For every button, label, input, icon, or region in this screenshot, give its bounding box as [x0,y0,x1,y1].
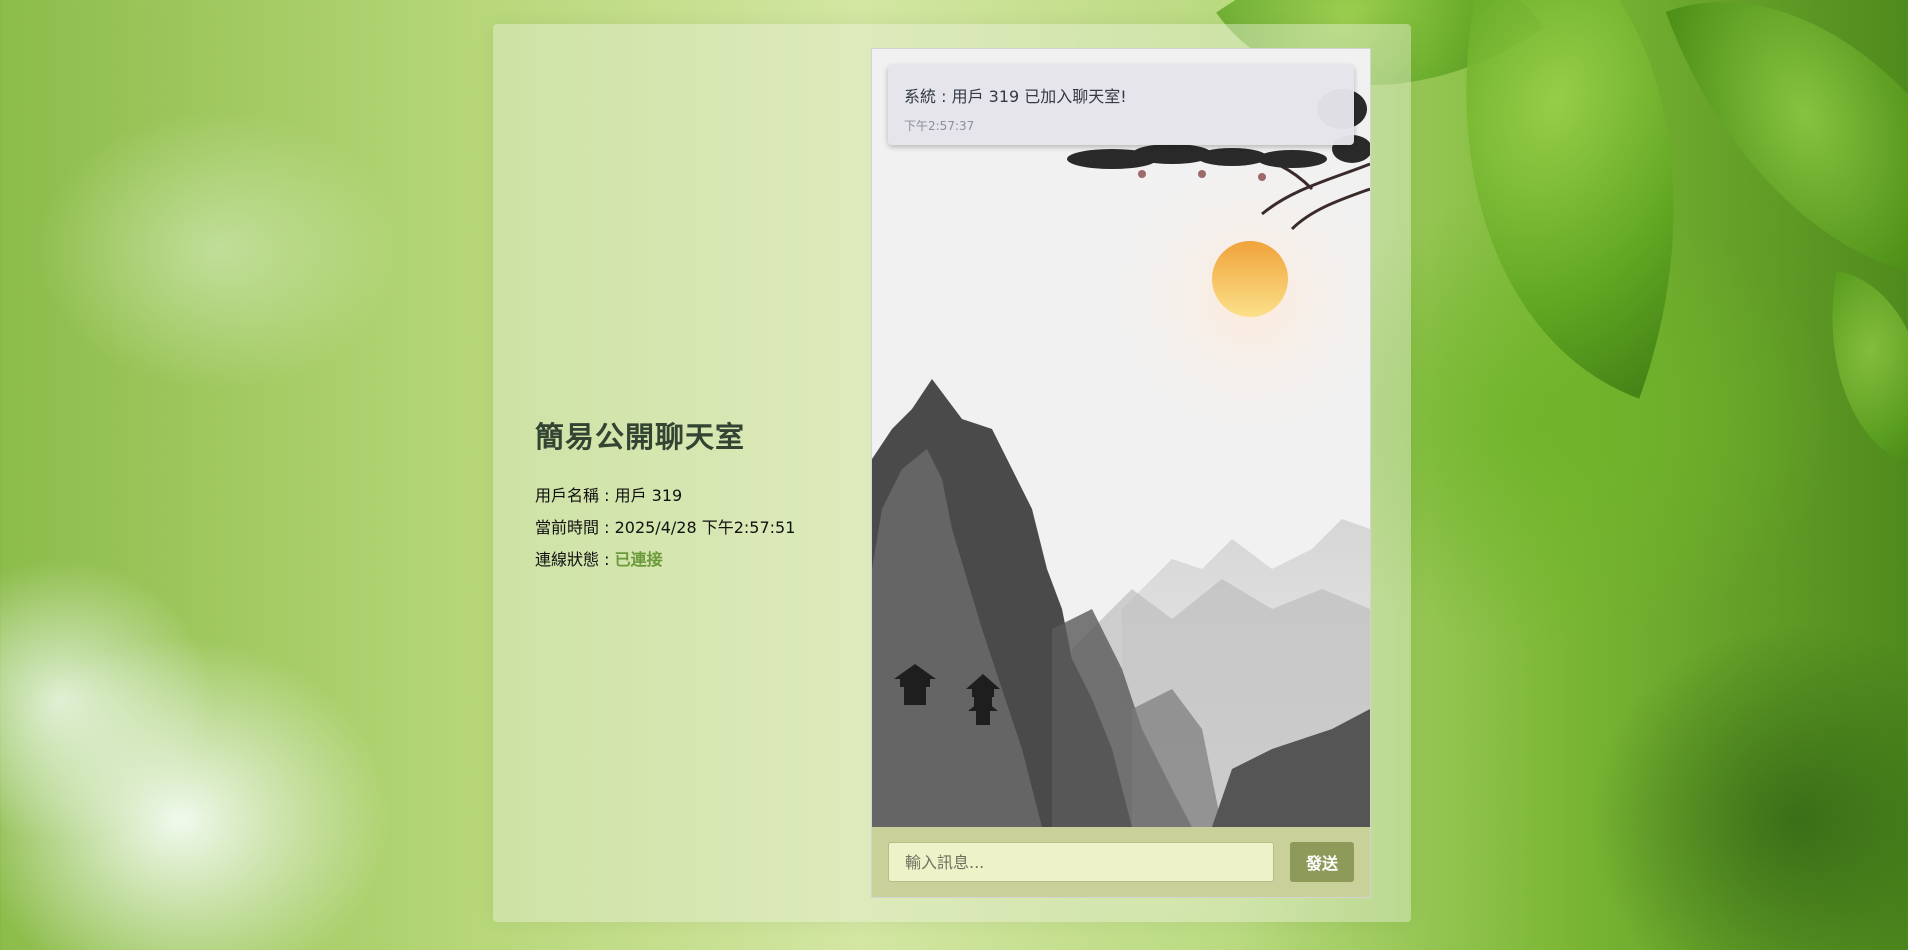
chat-panel: 系統 : 用戶 319 已加入聊天室! 下午2:57:37 發送 [871,48,1371,898]
username-value: 用戶 319 [614,486,683,505]
username-label: 用戶名稱 : [535,486,615,505]
page-title: 簡易公開聊天室 [535,420,746,454]
username-row: 用戶名稱 : 用戶 319 [535,480,865,512]
message-item: 系統 : 用戶 319 已加入聊天室! 下午2:57:37 [888,65,1354,145]
connection-status-label: 連線狀態 : [535,550,615,569]
current-time-value: 2025/4/28 下午2:57:51 [614,518,796,537]
message-input[interactable] [888,842,1274,882]
message-timestamp: 下午2:57:37 [904,119,975,133]
send-button[interactable]: 發送 [1290,842,1354,882]
ink-landscape-background [872,49,1370,827]
background-leaf [1805,270,1908,470]
room-info-panel: 簡易公開聊天室 用戶名稱 : 用戶 319 當前時間 : 2025/4/28 下… [535,414,865,576]
message-input-bar: 發送 [872,827,1370,897]
sun-shape [1212,241,1288,317]
message-text: 系統 : 用戶 319 已加入聊天室! [904,87,1127,106]
connection-status-row: 連線狀態 : 已連接 [535,544,865,576]
chat-app-card: 簡易公開聊天室 用戶名稱 : 用戶 319 當前時間 : 2025/4/28 下… [493,24,1411,922]
connection-status-value: 已連接 [614,550,663,569]
current-time-label: 當前時間 : [535,518,615,537]
current-time-row: 當前時間 : 2025/4/28 下午2:57:51 [535,512,865,544]
